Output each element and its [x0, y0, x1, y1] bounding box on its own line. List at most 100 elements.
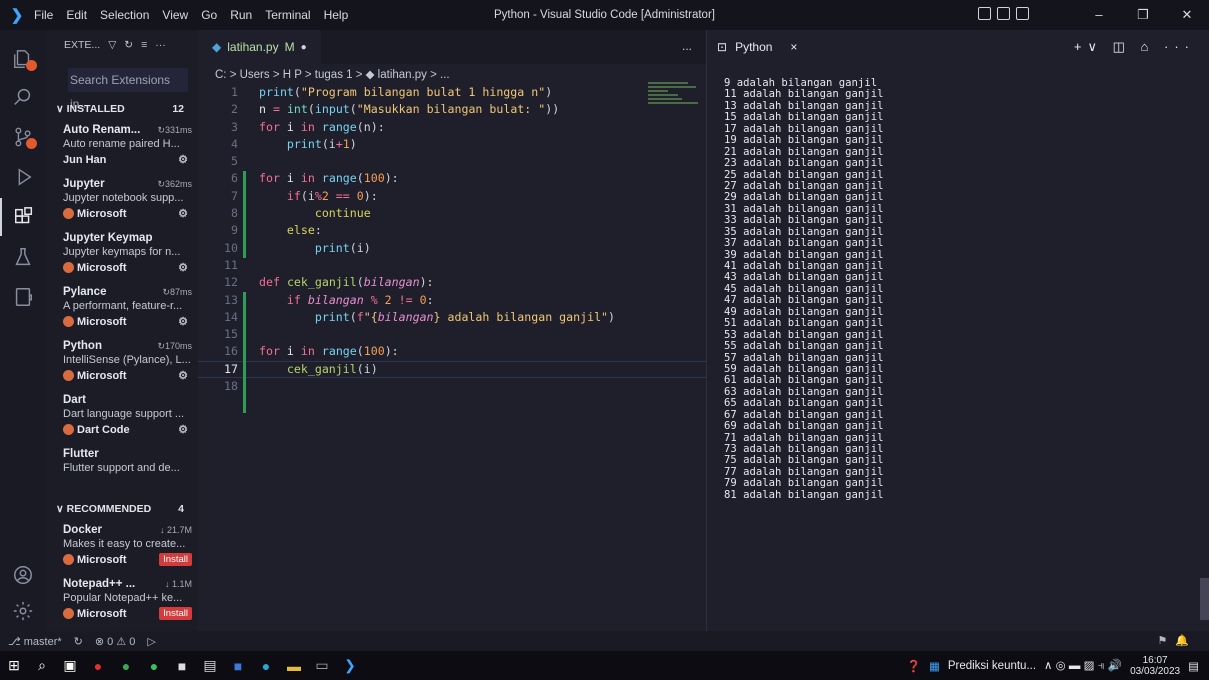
install-button[interactable]: Install	[159, 607, 192, 620]
source-control-icon[interactable]	[0, 118, 46, 156]
toggle-secondary-sidebar-icon[interactable]	[1016, 7, 1029, 20]
terminal-app-icon[interactable]: ▭	[308, 651, 336, 680]
problems-status[interactable]: ⊗ 0 ⚠ 0	[95, 635, 135, 648]
notification-center-icon[interactable]: ▤	[1188, 659, 1199, 673]
windows-start-icon[interactable]: ⊞	[0, 651, 28, 680]
notepad-icon[interactable]: ▤	[196, 651, 224, 680]
notes-icon[interactable]: ■	[168, 651, 196, 680]
extension-item[interactable]: Python ↻170ms IntelliSense (Pylance), L...…	[46, 336, 198, 390]
close-terminal-icon[interactable]: ×	[790, 40, 797, 54]
extension-item[interactable]: Pylance ↻87ms A performant, feature-r... Mi…	[46, 282, 198, 336]
code-line: 13 if bilangan % 2 != 0:	[224, 292, 434, 307]
help-icon[interactable]: ❓	[907, 659, 921, 673]
extension-item[interactable]: Dart Dart language support ... Dart Code ⚙	[46, 390, 198, 444]
chrome-icon[interactable]: ●	[112, 651, 140, 680]
extension-name: Jupyter Keymap	[63, 232, 153, 244]
menu-item[interactable]: Run	[230, 8, 252, 22]
extension-item[interactable]: Jupyter Keymap Jupyter keymaps for n... Mi…	[46, 228, 198, 282]
minimap[interactable]	[648, 82, 704, 122]
manage-gear-icon[interactable]: ⚙	[178, 207, 188, 220]
extension-description: Jupyter notebook supp...	[63, 192, 184, 204]
menu-item[interactable]: Selection	[100, 8, 149, 22]
vscode-taskbar-icon[interactable]: ❯	[336, 651, 364, 680]
clear-icon[interactable]: ≡	[141, 39, 147, 51]
close-window-button[interactable]: ✕	[1165, 0, 1209, 30]
sync-icon[interactable]: ↻	[74, 635, 83, 648]
taskbar-search-icon[interactable]: ⌕	[28, 651, 56, 680]
whatsapp-icon[interactable]: ●	[140, 651, 168, 680]
code-line: 7 if(i%2 == 0):	[231, 188, 378, 203]
manage-gear-icon[interactable]: ⚙	[178, 369, 188, 382]
recommended-label: RECOMMENDED	[66, 503, 152, 515]
edge-icon[interactable]: ●	[252, 651, 280, 680]
breadcrumb[interactable]: C: > Users > H P > tugas 1 > ◆ latihan.p…	[198, 64, 706, 84]
extension-description: Jupyter keymaps for n...	[63, 246, 181, 258]
manage-gear-icon[interactable]: ⚙	[178, 423, 188, 436]
restore-button[interactable]: ❐	[1121, 0, 1165, 30]
news-icon[interactable]: ▦	[929, 659, 940, 673]
extensions-sidebar: EXTE... ▽ ↻ ≡ ··· Search Extensions in..…	[46, 30, 198, 631]
editor-more-actions[interactable]: ...	[682, 39, 692, 53]
recommended-count: 4	[178, 503, 184, 515]
installed-label: INSTALLED	[66, 103, 125, 115]
unsaved-dot-icon[interactable]: ●	[301, 42, 307, 53]
terminal-line: 37 adalah bilangan ganjil	[724, 237, 884, 250]
code-line: 9 else:	[231, 223, 322, 238]
tab-latihan-py[interactable]: ◆ latihan.py M ●	[198, 30, 321, 64]
manage-gear-icon[interactable]: ⚙	[178, 315, 188, 328]
menu-item[interactable]: Edit	[66, 8, 87, 22]
run-icon[interactable]: ▷	[147, 635, 155, 648]
clock[interactable]: 16:07 03/03/2023	[1130, 655, 1180, 677]
run-debug-icon[interactable]	[0, 158, 46, 196]
manage-gear-icon[interactable]: ⚙	[178, 153, 188, 166]
testing-icon[interactable]	[0, 238, 46, 276]
menu-item[interactable]: Help	[324, 8, 349, 22]
file-explorer-icon[interactable]: ▬	[280, 651, 308, 680]
menu-item[interactable]: Go	[201, 8, 217, 22]
news-text[interactable]: Prediksi keuntu...	[948, 660, 1036, 672]
minimize-button[interactable]: –	[1077, 0, 1121, 30]
extension-item[interactable]: Jupyter ↻362ms Jupyter notebook supp... Mic…	[46, 174, 198, 228]
word-icon[interactable]: ■	[224, 651, 252, 680]
notifications-icon[interactable]: ⚑🔔	[1157, 634, 1197, 647]
layout-controls[interactable]	[978, 7, 1029, 20]
extension-publisher-row: Microsoft ⚙	[63, 207, 198, 220]
task-view-icon[interactable]: ▣	[56, 651, 84, 680]
toggle-sidebar-icon[interactable]	[978, 7, 991, 20]
terminal-tab[interactable]: Python	[735, 40, 772, 54]
code-editor[interactable]: 1 print("Program bilangan bulat 1 hingga …	[198, 84, 706, 413]
code-line-current: 17 cek_ganjil(i)	[198, 360, 706, 379]
extension-publisher: Microsoft	[77, 553, 127, 566]
extensions-search-input[interactable]: Search Extensions in...	[68, 68, 188, 111]
extension-publisher: Microsoft	[77, 207, 127, 220]
manage-gear-icon[interactable]: ⚙	[178, 261, 188, 274]
refresh-icon[interactable]: ↻	[124, 39, 133, 51]
branch-status[interactable]: ⎇ master*	[8, 635, 62, 648]
extensions-icon[interactable]	[0, 198, 46, 236]
filter-icon[interactable]: ▽	[108, 39, 116, 51]
terminal-output[interactable]: 9 adalah bilangan ganjil 11 adalah bilang…	[724, 77, 884, 501]
extension-item[interactable]: Docker ↓ 21.7M Makes it easy to create... M…	[46, 520, 198, 574]
recommended-section-header[interactable]: ∨ RECOMMENDED 4	[46, 498, 198, 520]
terminal-controls[interactable]: +∨ ◫ ⌂ ···	[1074, 39, 1195, 55]
extension-item[interactable]: Notepad++ ... ↓ 1.1M Popular Notepad++ ke.…	[46, 574, 198, 628]
toggle-panel-icon[interactable]	[997, 7, 1010, 20]
account-icon[interactable]	[0, 556, 46, 594]
install-button[interactable]: Install	[159, 553, 192, 566]
extension-item[interactable]: Flutter Flutter support and de...	[46, 444, 198, 498]
extension-item[interactable]: Auto Renam... ↻331ms Auto rename paired H.…	[46, 120, 198, 174]
explorer-icon[interactable]	[0, 40, 46, 78]
settings-gear-icon[interactable]	[0, 592, 46, 630]
opera-icon[interactable]: ●	[84, 651, 112, 680]
tray-icons[interactable]: ∧ ◎ ▬ ▨ ⫣ 🔊	[1044, 658, 1122, 673]
menu-item[interactable]: View	[162, 8, 188, 22]
terminal-icon: ⊡	[717, 40, 728, 54]
menu-item[interactable]: Terminal	[265, 8, 310, 22]
search-icon[interactable]	[0, 78, 46, 116]
extension-description: Makes it easy to create...	[63, 538, 186, 550]
terminal-scrollbar[interactable]	[1200, 578, 1209, 620]
more-actions-icon[interactable]: ···	[155, 39, 166, 51]
remote-explorer-icon[interactable]	[0, 278, 46, 316]
menu-item[interactable]: File	[34, 8, 53, 22]
installed-section-header[interactable]: ∨ INSTALLED 12	[46, 98, 198, 120]
